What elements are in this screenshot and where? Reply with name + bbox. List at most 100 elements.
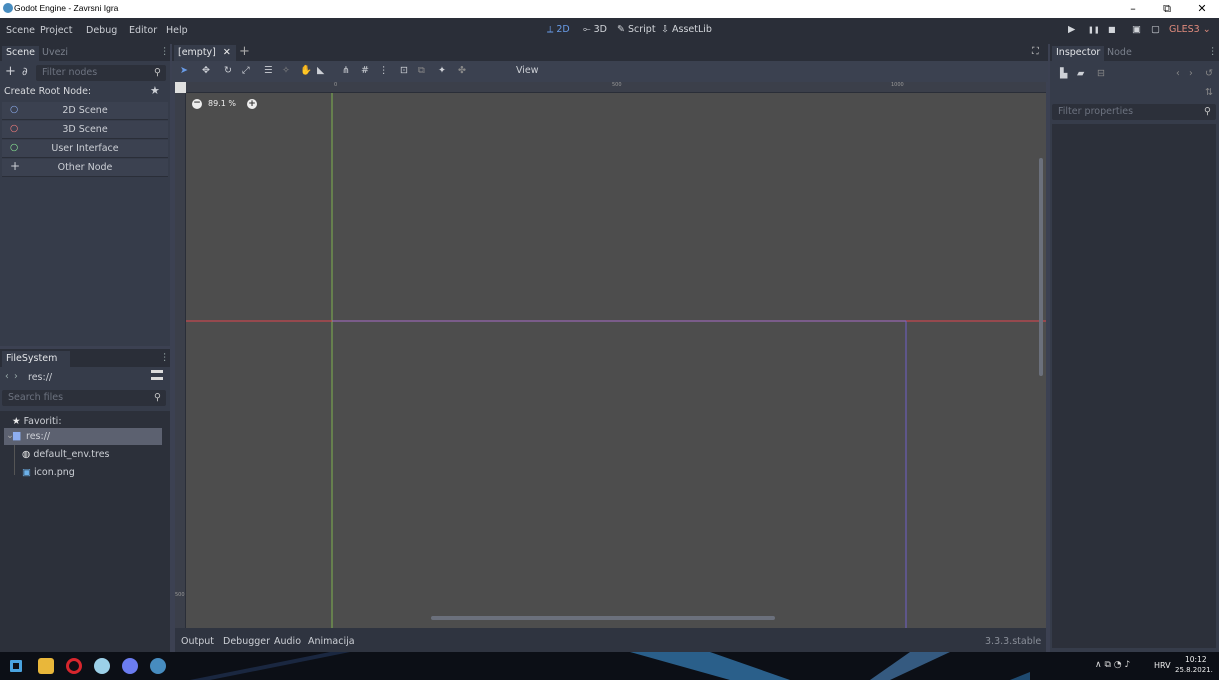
dock-menu-icon[interactable]: ⋮ — [1208, 46, 1218, 57]
menu-help[interactable]: Help — [166, 25, 188, 36]
search-files-input[interactable]: Search files ⚲ — [2, 390, 166, 406]
smart-snap-icon[interactable]: ⋔ — [342, 65, 350, 76]
forward-icon[interactable]: › — [14, 371, 18, 382]
tab-animacija[interactable]: Animacija — [308, 636, 355, 647]
version-label: 3.3.3.stable — [985, 636, 1042, 647]
tab-inspector[interactable]: Inspector — [1052, 46, 1105, 61]
back-icon[interactable]: ‹ — [5, 371, 9, 382]
ruler-mode-icon[interactable]: ◣ — [317, 65, 324, 76]
root-option-other-node[interactable]: + Other Node — [2, 159, 168, 177]
new-resource-icon[interactable]: ▙ — [1060, 68, 1067, 79]
tab-scene[interactable]: Scene — [2, 46, 39, 61]
inspector-body — [1052, 124, 1216, 648]
add-scene-tab-icon[interactable]: + — [239, 44, 250, 60]
tree-item-favorites[interactable]: ★ Favoriti: — [12, 416, 62, 427]
bone-icon[interactable]: ✤ — [458, 65, 466, 76]
minimize-button[interactable]: – — [1116, 0, 1150, 18]
pivot-icon[interactable]: ✧ — [282, 65, 290, 76]
root-option-user-interface[interactable]: ○ User Interface — [2, 140, 168, 158]
tab-debugger[interactable]: Debugger — [223, 636, 270, 647]
zoom-in-icon[interactable]: + — [247, 99, 257, 109]
filesystem-dock-tabs: FileSystem ⋮ — [0, 349, 170, 367]
horizontal-scrollbar[interactable] — [431, 616, 775, 620]
renderer-select[interactable]: GLES3 ⌄ — [1169, 24, 1211, 35]
tray-icons[interactable]: ∧ ⧉ ◔ ♪ — [1095, 660, 1130, 670]
godot-taskbar-icon[interactable] — [150, 658, 166, 674]
load-resource-icon[interactable]: ▰ — [1077, 68, 1084, 79]
scale-mode-icon[interactable]: ⤢ — [242, 65, 250, 76]
lock-icon[interactable]: ⊡ — [400, 65, 408, 76]
canvas-viewport[interactable] — [175, 82, 1046, 628]
workspace-script-button[interactable]: ✎ Script — [617, 24, 656, 35]
add-node-icon[interactable]: + — [5, 65, 16, 79]
zoom-out-icon[interactable]: − — [192, 99, 202, 109]
root-option-3d-scene[interactable]: ○ 3D Scene — [2, 121, 168, 139]
menu-scene[interactable]: Scene — [6, 25, 35, 36]
tree-item-default-env[interactable]: ◍ default_env.tres — [22, 449, 110, 460]
windows-taskbar: ∧ ⧉ ◔ ♪ HRV 10:12 25.8.2021. — [0, 652, 1219, 680]
language-indicator[interactable]: HRV — [1154, 661, 1171, 670]
tab-uvezi[interactable]: Uvezi — [42, 47, 68, 58]
close-window-button[interactable]: ✕ — [1185, 0, 1219, 18]
assetlib-icon: ⇩ — [661, 24, 669, 35]
filter-nodes-input[interactable]: Filter nodes ⚲ — [36, 65, 166, 81]
play-custom-scene-icon[interactable]: ▢ — [1151, 24, 1160, 35]
tab-audio[interactable]: Audio — [274, 636, 301, 647]
skeleton-icon[interactable]: ✦ — [438, 65, 446, 76]
opera-icon[interactable] — [66, 658, 82, 674]
group-icon[interactable]: ⧉ — [418, 65, 425, 76]
snap-options-icon[interactable]: ⋮ — [379, 65, 389, 76]
split-view-icon[interactable] — [151, 370, 163, 380]
favorites-star-icon[interactable]: ★ — [150, 84, 160, 97]
rotate-mode-icon[interactable]: ↻ — [224, 65, 232, 76]
close-tab-icon[interactable]: ✕ — [223, 47, 231, 58]
play-icon[interactable]: ▶ — [1068, 24, 1075, 35]
ruler-label-left: 500 — [175, 592, 185, 598]
tab-node[interactable]: Node — [1107, 47, 1132, 58]
clock-date[interactable]: 25.8.2021. — [1175, 666, 1213, 674]
view-menu[interactable]: View — [516, 65, 539, 76]
link-icon[interactable]: ∂ — [22, 65, 28, 78]
vertical-scrollbar[interactable] — [1039, 158, 1043, 376]
scene-tab-empty[interactable]: [empty] ✕ — [174, 45, 236, 61]
tab-output[interactable]: Output — [181, 636, 214, 647]
sort-icon[interactable]: ⇅ — [1205, 87, 1213, 98]
workspace-2d-button[interactable]: ⟂ 2D — [547, 24, 570, 35]
tab-filesystem[interactable]: FileSystem — [2, 351, 70, 367]
save-resource-icon[interactable]: ⊟ — [1097, 68, 1105, 79]
clock-time[interactable]: 10:12 — [1185, 655, 1207, 664]
distraction-free-icon[interactable]: ⛶ — [1032, 46, 1039, 57]
list-select-icon[interactable]: ☰ — [264, 65, 273, 76]
tree-item-icon-png[interactable]: ▣ icon.png — [22, 467, 75, 478]
zoom-reset-button[interactable]: 89.1 % — [208, 99, 236, 108]
pan-mode-icon[interactable]: ✋ — [300, 65, 312, 76]
select-mode-icon[interactable]: ➤ — [180, 65, 188, 76]
history-back-icon[interactable]: ‹ — [1176, 68, 1180, 79]
discord-icon[interactable] — [122, 658, 138, 674]
ruler-left: 500 — [175, 82, 186, 628]
maximize-button[interactable]: ⧉ — [1150, 0, 1184, 18]
dock-menu-icon[interactable]: ⋮ — [160, 46, 170, 57]
filter-properties-input[interactable]: Filter properties ⚲ — [1052, 104, 1216, 120]
history-forward-icon[interactable]: › — [1189, 68, 1193, 79]
pause-icon[interactable]: ❚❚ — [1088, 26, 1100, 34]
paint-icon[interactable] — [94, 658, 110, 674]
menu-editor[interactable]: Editor — [129, 25, 157, 36]
dock-menu-icon[interactable]: ⋮ — [160, 352, 170, 363]
file-explorer-icon[interactable] — [38, 658, 54, 674]
root-option-2d-scene[interactable]: ○ 2D Scene — [2, 102, 168, 120]
tree-item-res[interactable]: ⌄ ▆ res:// — [4, 428, 162, 445]
workspace-assetlib-button[interactable]: ⇩ AssetLib — [661, 24, 712, 35]
menu-debug[interactable]: Debug — [86, 25, 117, 36]
play-scene-icon[interactable]: ▣ — [1132, 24, 1141, 35]
move-mode-icon[interactable]: ✥ — [202, 65, 210, 76]
path-field[interactable]: res:// — [28, 372, 52, 383]
windows-start-icon[interactable] — [10, 660, 22, 672]
object-history-icon[interactable]: ↺ — [1205, 68, 1213, 79]
grid-snap-icon[interactable]: # — [361, 65, 369, 76]
workspace-3d-button[interactable]: ⟜ 3D — [583, 24, 607, 35]
stop-icon[interactable]: ■ — [1108, 25, 1116, 34]
viewport-guides — [175, 82, 1046, 628]
main-menu-bar: Scene Project Debug Editor Help ⟂ 2D ⟜ 3… — [0, 18, 1219, 44]
menu-project[interactable]: Project — [40, 25, 73, 36]
